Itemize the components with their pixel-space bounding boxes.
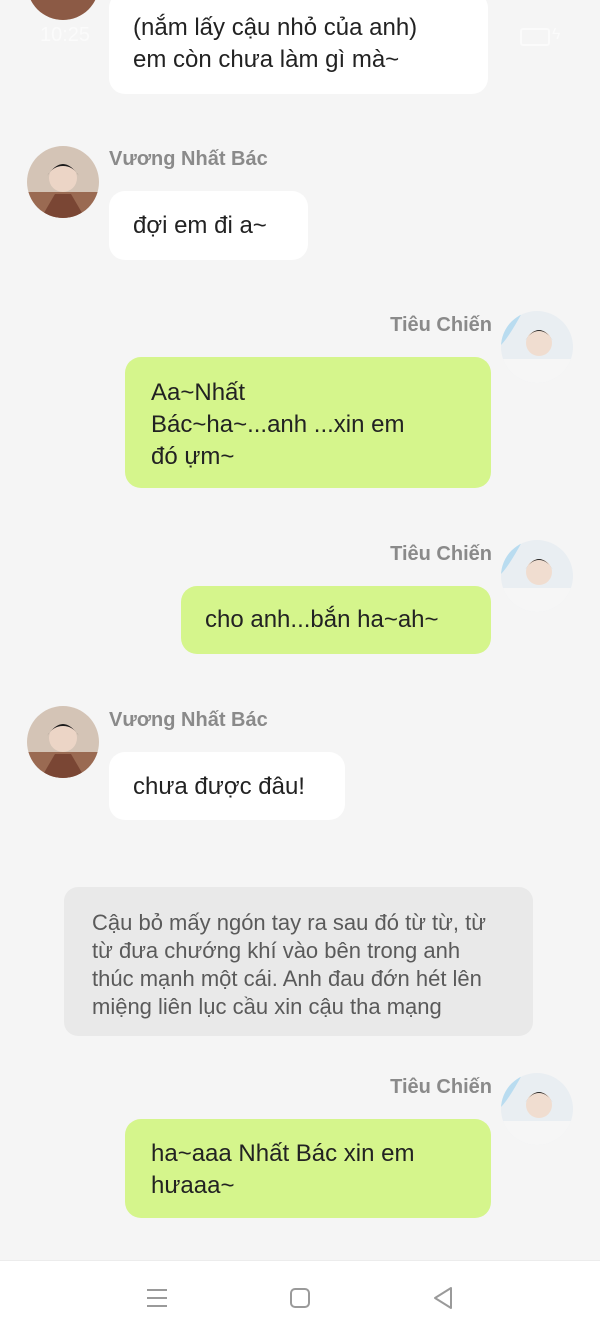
message-line: đó ựm~: [151, 443, 235, 470]
sender-name: Tiêu Chiến: [390, 314, 492, 336]
avatar-tieu-chien[interactable]: [501, 311, 573, 383]
narration-bubble: Cậu bỏ mấy ngón tay ra sau đó từ từ, từ …: [64, 887, 533, 1036]
narration-line: miệng liên lục cầu xin cậu tha mạng: [92, 994, 442, 1019]
message-line: Bác~ha~...anh ...xin em: [151, 411, 405, 438]
message-bubble-left[interactable]: (nắm lấy cậu nhỏ của anh) em còn chưa là…: [109, 0, 488, 94]
message-bubble-right[interactable]: Aa~Nhất Bác~ha~...anh ...xin em đó ựm~: [125, 357, 491, 488]
navigation-bar: [0, 1260, 600, 1334]
message-line: (nắm lấy cậu nhỏ của anh): [133, 14, 418, 41]
message-bubble-right[interactable]: cho anh...bắn ha~ah~: [181, 586, 491, 654]
narration-line: thúc mạnh một cái. Anh đau đớn hét lên: [92, 966, 482, 991]
back-icon[interactable]: [428, 1283, 458, 1313]
message-bubble-right[interactable]: ha~aaa Nhất Bác xin em hưaaa~: [125, 1119, 491, 1218]
message-bubble-left[interactable]: chưa được đâu!: [109, 752, 345, 820]
avatar-tieu-image: [501, 1073, 573, 1145]
avatar-vuong-nhat-bac[interactable]: [27, 146, 99, 218]
sender-name: Tiêu Chiến: [390, 1076, 492, 1098]
message-bubble-left[interactable]: đợi em đi a~: [109, 191, 308, 260]
avatar-vuong-nhat-bac[interactable]: [27, 706, 99, 778]
sender-name: Vương Nhất Bác: [109, 709, 268, 731]
sender-name: Vương Nhất Bác: [109, 148, 268, 170]
avatar-vuong-image: [27, 706, 99, 778]
avatar-tieu-image: [501, 311, 573, 383]
message-line: chưa được đâu!: [133, 773, 305, 800]
message-line: em còn chưa làm gì mà~: [133, 46, 400, 73]
avatar-vuong-image: [27, 146, 99, 218]
narration-line: Cậu bỏ mấy ngón tay ra sau đó từ từ, từ: [92, 910, 486, 935]
battery-icon: [520, 28, 550, 46]
avatar-tieu-image: [501, 540, 573, 612]
message-line: hưaaa~: [151, 1172, 235, 1199]
sender-name: Tiêu Chiến: [390, 543, 492, 565]
message-line: cho anh...bắn ha~ah~: [205, 606, 439, 633]
menu-icon[interactable]: [142, 1283, 172, 1313]
narration-line: từ đưa chướng khí vào bên trong anh: [92, 938, 461, 963]
charging-icon: ϟ: [552, 26, 561, 43]
home-icon[interactable]: [285, 1283, 315, 1313]
status-time: 10:25: [40, 24, 91, 46]
message-line: đợi em đi a~: [133, 212, 267, 239]
message-line: ha~aaa Nhất Bác xin em: [151, 1140, 415, 1167]
avatar-tieu-chien[interactable]: [501, 540, 573, 612]
avatar-tieu-chien[interactable]: [501, 1073, 573, 1145]
message-line: Aa~Nhất: [151, 379, 246, 406]
